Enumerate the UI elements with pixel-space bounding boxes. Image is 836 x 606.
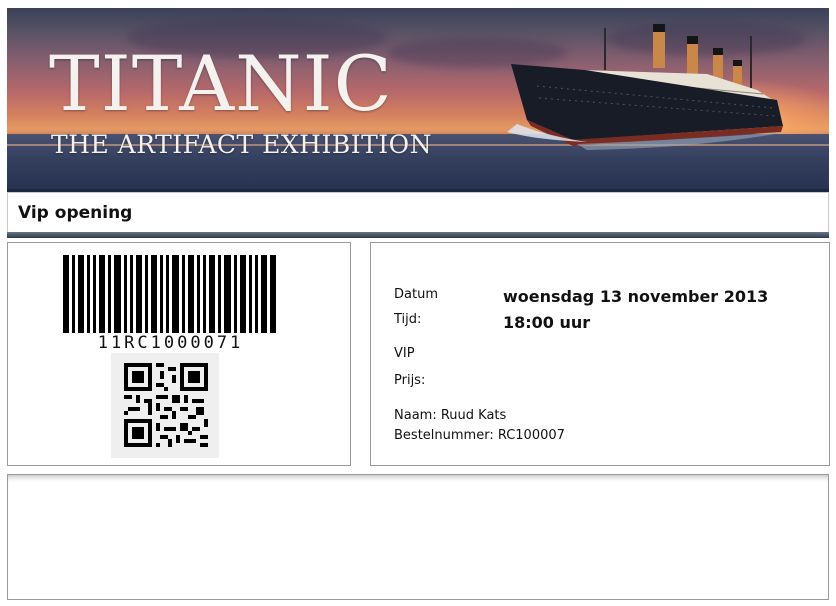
qr-code-box <box>111 353 219 458</box>
event-bar: Vip opening <box>7 192 829 234</box>
ship-illustration <box>507 24 787 150</box>
exhibition-banner: TITANIC THE ARTIFACT EXHIBITION <box>7 8 829 192</box>
barcode-icon <box>63 255 276 333</box>
customer-name: Naam: Ruud Kats <box>394 408 507 423</box>
barcode-number: 11RC1000071 <box>97 333 244 353</box>
divider-strip <box>7 232 829 238</box>
exhibition-title: TITANIC <box>49 39 393 128</box>
date-label: Datum <box>394 287 438 302</box>
ticket-details-panel: Datum woensdag 13 november 2013 Tijd: 18… <box>370 242 830 466</box>
ticket-codes-panel: 11RC1000071 <box>7 242 351 466</box>
event-name: Vip opening <box>18 203 133 223</box>
order-number: Bestelnummer: RC100007 <box>394 428 565 443</box>
time-value: 18:00 uur <box>503 313 591 332</box>
time-label: Tijd: <box>394 312 422 327</box>
price-label: Prijs: <box>394 373 426 388</box>
exhibition-subtitle: THE ARTIFACT EXHIBITION <box>51 130 433 159</box>
ticket-category: VIP <box>394 346 415 361</box>
footer-panel <box>7 474 829 600</box>
qr-code-icon <box>124 363 208 447</box>
date-value: woensdag 13 november 2013 <box>503 287 769 306</box>
